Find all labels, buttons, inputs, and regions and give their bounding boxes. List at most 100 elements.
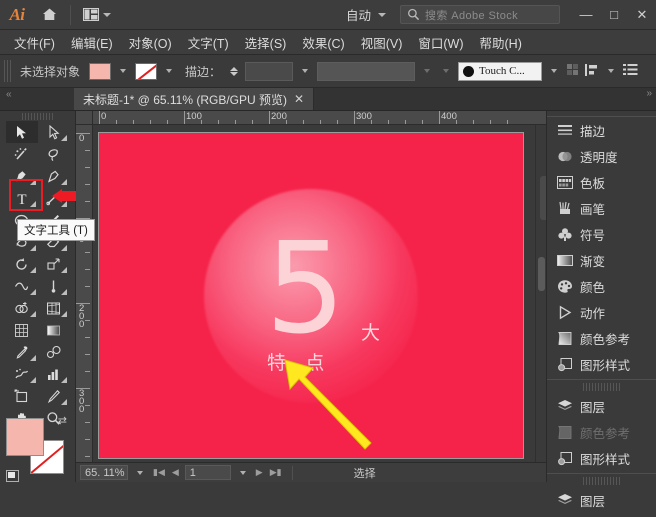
line-segment-tool[interactable] [38, 187, 70, 209]
artboard[interactable]: 5 大 特 点 [99, 133, 523, 458]
stroke-weight-stepper[interactable] [230, 67, 238, 76]
panel-layers[interactable]: 图层 [547, 393, 656, 419]
dock-grip[interactable] [583, 477, 620, 485]
blend-tool[interactable] [38, 341, 70, 363]
home-icon[interactable] [34, 0, 64, 30]
chevron-down-icon[interactable] [302, 69, 308, 73]
first-page-icon[interactable]: ▮◀ [152, 467, 166, 478]
stock-search-field[interactable]: 搜索 Adobe Stock [400, 5, 560, 24]
panel-color-guide[interactable]: 颜色参考 [547, 325, 656, 351]
mesh-tool[interactable] [6, 319, 38, 341]
menu-window[interactable]: 窗口(W) [410, 31, 471, 54]
control-bar-grip[interactable] [4, 60, 11, 82]
column-graph-tool[interactable] [38, 363, 70, 385]
chevron-down-icon[interactable] [424, 69, 430, 73]
panel-swatches[interactable]: 色板 [547, 169, 656, 195]
stroke-weight-field[interactable] [245, 62, 293, 81]
menu-effect[interactable]: 效果(C) [294, 31, 352, 54]
menu-type[interactable]: 文字(T) [180, 31, 237, 54]
panel-stroke[interactable]: 描边 [547, 117, 656, 143]
menu-help[interactable]: 帮助(H) [472, 31, 530, 54]
next-page-icon[interactable]: ▶ [255, 467, 264, 478]
control-bar: 未选择对象 描边： Touch C... [0, 55, 656, 88]
artboard-number-field[interactable]: 1 [185, 465, 231, 480]
artboard-tool[interactable] [6, 385, 38, 407]
menu-object[interactable]: 对象(O) [121, 31, 180, 54]
menu-select[interactable]: 选择(S) [237, 31, 295, 54]
maximize-button[interactable]: □ [600, 0, 628, 30]
menu-file[interactable]: 文件(F) [6, 31, 63, 54]
panel-brushes[interactable]: 画笔 [547, 195, 656, 221]
slice-tool[interactable] [38, 385, 70, 407]
minimize-button[interactable]: — [572, 0, 600, 30]
ruler-corner[interactable] [76, 111, 93, 125]
panel-graphic-styles-secondary[interactable]: 图形样式 [547, 445, 656, 471]
panel-color-guide-secondary[interactable]: 颜色参考 [547, 419, 656, 445]
pen-tool[interactable] [6, 165, 38, 187]
arrange-mode-dropdown[interactable]: 自动 [346, 5, 386, 24]
status-mode-label[interactable]: 选择 [354, 465, 376, 481]
fill-swatch[interactable] [6, 418, 44, 456]
tool-more-icon [61, 399, 67, 405]
close-button[interactable]: ✕ [628, 0, 656, 30]
tabbar-collapse-left[interactable]: « [0, 88, 74, 110]
panel-transparency[interactable]: 透明度 [547, 143, 656, 169]
arrange-documents-button[interactable] [77, 8, 117, 21]
dock-grip[interactable] [583, 383, 620, 391]
gradient-tool[interactable] [38, 319, 70, 341]
zoom-level-field[interactable]: 65. 11% [80, 465, 128, 480]
tools-panel-grip[interactable] [22, 113, 53, 120]
perspective-grid-tool[interactable] [38, 297, 70, 319]
rotate-tool[interactable] [6, 253, 38, 275]
brush-definition-dropdown[interactable]: Touch C... [458, 62, 542, 81]
panel-graphic-styles[interactable]: 图形样式 [547, 351, 656, 377]
close-icon[interactable]: ✕ [294, 92, 304, 106]
scale-tool[interactable] [38, 253, 70, 275]
panel-layers-secondary[interactable]: 图层 [547, 487, 656, 513]
chevron-down-icon[interactable] [608, 69, 614, 73]
panel-symbols[interactable]: 符号 [547, 221, 656, 247]
stroke-color-swatch[interactable] [135, 63, 157, 80]
menu-edit[interactable]: 编辑(E) [63, 31, 121, 54]
chevron-down-icon[interactable] [166, 69, 172, 73]
vertical-ruler[interactable]: 01 0 02 0 03 0 04 0 0 [76, 125, 93, 462]
panel-color[interactable]: 颜色 [547, 273, 656, 299]
last-page-icon[interactable]: ▶▮ [269, 467, 283, 478]
chevron-down-icon[interactable] [120, 69, 126, 73]
artboard-viewport[interactable]: 5 大 特 点 [93, 125, 546, 462]
free-transform-tool[interactable] [38, 275, 70, 297]
chevron-down-icon[interactable] [137, 471, 143, 475]
width-tool[interactable] [6, 275, 38, 297]
horizontal-ruler[interactable]: 0100200300400 [93, 111, 546, 125]
symbol-sprayer-tool[interactable] [6, 363, 38, 385]
document-tab[interactable]: 未标题-1* @ 65.11% (RGB/GPU 预览) ✕ [74, 88, 314, 110]
type-tool[interactable]: T [6, 187, 38, 209]
fill-color-swatch[interactable] [89, 63, 111, 80]
menu-view[interactable]: 视图(V) [353, 31, 411, 54]
magic-wand-tool[interactable] [6, 143, 38, 165]
chevron-down-icon[interactable] [551, 69, 557, 73]
direct-selection-tool[interactable] [38, 121, 70, 143]
stroke-profile-field[interactable] [317, 62, 415, 81]
chevron-down-icon[interactable] [443, 69, 449, 73]
swap-fill-stroke-icon[interactable]: ⇄ [58, 414, 67, 427]
tabbar-collapse-right[interactable]: » [314, 88, 656, 110]
align-icon[interactable] [584, 63, 599, 80]
tool-more-icon [61, 245, 67, 251]
prev-page-icon[interactable]: ◀ [171, 467, 180, 478]
chevron-down-icon[interactable] [240, 471, 246, 475]
lasso-tool[interactable] [38, 143, 70, 165]
panel-options-icon[interactable] [623, 63, 638, 79]
opacity-icon[interactable] [566, 63, 579, 79]
curvature-tool[interactable] [38, 165, 70, 187]
panel-actions[interactable]: 动作 [547, 299, 656, 325]
shape-builder-tool[interactable] [6, 297, 38, 319]
scrollbar-thumb[interactable] [538, 257, 545, 291]
default-fill-stroke-icon[interactable] [6, 470, 19, 482]
selection-tool[interactable] [6, 121, 38, 143]
eyedropper-tool[interactable] [6, 341, 38, 363]
chevron-down-icon [378, 13, 386, 17]
canvas-middle-row: 01 0 02 0 03 0 04 0 0 5 大 特 点 [76, 125, 546, 462]
dock-collapse-handle[interactable] [540, 176, 546, 220]
panel-gradient[interactable]: 渐变 [547, 247, 656, 273]
